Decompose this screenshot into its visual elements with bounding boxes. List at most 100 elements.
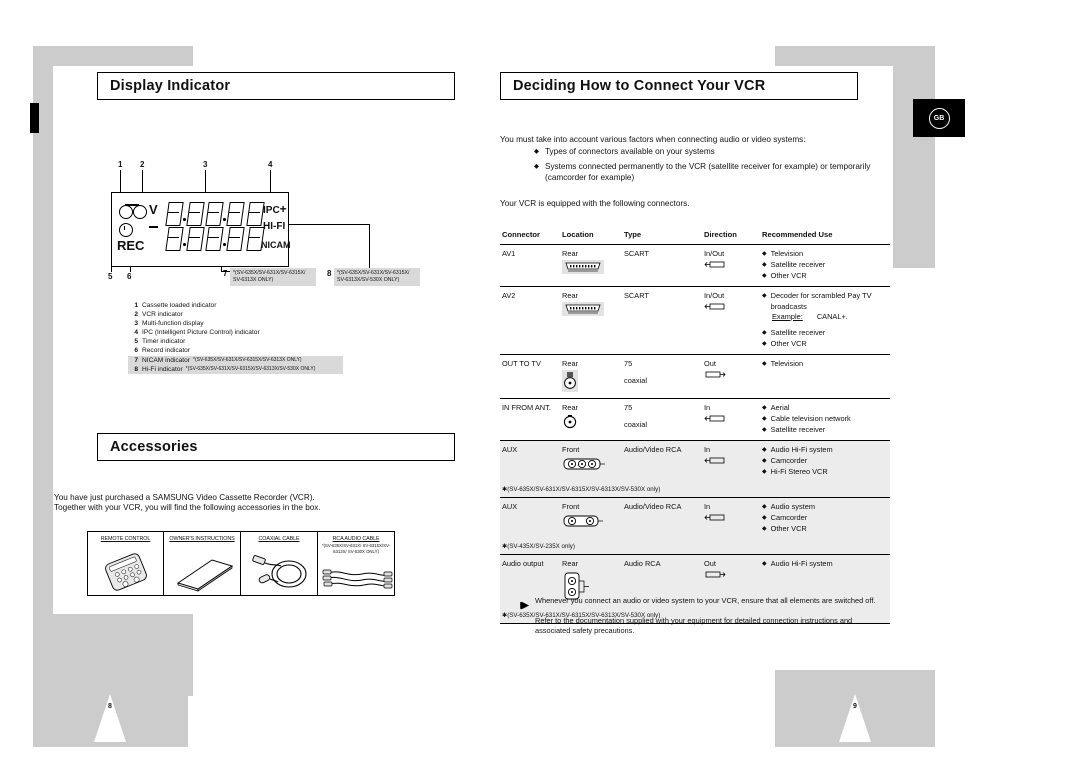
cassette-loaded-indicator-icon <box>119 205 133 219</box>
digit-5b-mid <box>249 237 260 239</box>
out-arrow-icon <box>704 370 726 381</box>
type-label: 75 <box>624 358 633 368</box>
accessory-item-owners-instructions: OWNER'S INSTRUCTIONS <box>164 531 241 596</box>
digit-5a <box>246 202 265 226</box>
cassette-loaded-indicator-icon-2 <box>133 205 147 219</box>
digit-dot-4 <box>223 243 226 246</box>
legend-item: 3 Multi-function display <box>128 319 343 328</box>
use-text: Satellite receiver <box>770 327 826 337</box>
use-text: Camcorder <box>770 512 808 522</box>
use-text: Aerial <box>770 402 790 412</box>
digit-2a-mid <box>189 212 200 214</box>
model-note-box-7: *(SV-635X/SV-631X/SV-6315X/ SV-6313X ONL… <box>230 268 316 286</box>
digit-3b <box>205 227 224 251</box>
vfd-display-panel: REC V IPC+ HI-FI NICAM <box>111 192 291 267</box>
column-header-location: Location <box>560 227 622 245</box>
type-sublabel: coaxial <box>624 419 648 429</box>
timer-indicator-icon <box>119 223 133 237</box>
direction-label: In <box>704 444 711 454</box>
legend-number: 7 <box>134 356 138 364</box>
type-sublabel: coaxial <box>624 375 648 385</box>
cell-type: Audio/Video RCA <box>622 439 702 482</box>
legend-item: 4 IPC (Intelligent Picture Control) indic… <box>128 328 343 337</box>
location-label: Rear <box>562 358 579 368</box>
model-note-box-8: *(SV-635X/SV-631X/SV-6315X/ SV-6313X/SV-… <box>334 268 420 286</box>
cell-connector: AV2 <box>500 286 560 354</box>
digit-1b-mid <box>168 237 179 239</box>
column-header-type: Type <box>622 227 702 245</box>
accessories-intro-line-2: Together with your VCR, you will find th… <box>54 503 321 512</box>
model-note-cell: ✱(SV-435X/SV-235X only) <box>500 538 890 554</box>
use-list: ◆ Audio Hi-Fi system ◆ Camcorder ◆ Hi-Fi St… <box>762 445 888 478</box>
diamond-bullet-icon: ◆ <box>762 560 767 567</box>
legend-number: 1 <box>134 302 138 309</box>
in-out-arrow-icon <box>704 302 726 313</box>
use-text: Decoder for scrambled Pay TV broadcasts <box>770 291 872 311</box>
footer-note-line-1: Whenever you connect an audio or video s… <box>535 596 876 605</box>
legend-number: 5 <box>134 338 138 346</box>
use-text: Cable television network <box>770 413 851 423</box>
legend-item: 2 VCR indicator <box>128 310 343 319</box>
use-item: ◆ Audio Hi-Fi system <box>762 559 888 570</box>
section-header-display-indicator: Display Indicator <box>97 72 455 100</box>
legend-label: NICAM indicator <box>142 356 191 364</box>
location-label: Front <box>562 501 580 511</box>
coaxial-cable-icon <box>241 552 317 592</box>
diamond-bullet-icon: ◆ <box>762 329 767 336</box>
use-item: ◆ Satellite receiver <box>762 425 888 436</box>
diamond-bullet-icon: ◆ <box>762 525 767 532</box>
page-number-left: 8 <box>108 703 112 710</box>
diamond-bullet-icon: ◆ <box>762 273 767 279</box>
table-model-note-row: ✱(SV-635X/SV-631X/SV-6315X/SV-6313X/SV-5… <box>500 481 890 497</box>
cell-location: Rear <box>560 353 622 398</box>
diamond-bullet-icon: ◆ <box>762 293 767 299</box>
use-text: Audio system <box>770 501 815 511</box>
legend-number: 6 <box>134 347 138 355</box>
table-row: AUX Front Audio/Video RCA In <box>500 496 890 539</box>
cell-direction: In <box>702 397 760 440</box>
model-note-text: (SV-435X/SV-235X only) <box>507 542 575 550</box>
cell-direction: In/Out <box>702 245 760 287</box>
legend-number: 4 <box>134 329 138 337</box>
digit-2b-mid <box>189 237 200 239</box>
connect-bullet-item: ◆ Types of connectors available on your … <box>534 146 894 158</box>
coaxial-socket-icon <box>562 414 578 430</box>
location-label: Rear <box>562 249 579 258</box>
location-label: Rear <box>562 558 579 568</box>
equipped-connectors-line: Your VCR is equipped with the following … <box>500 199 690 208</box>
location-label: Rear <box>562 291 579 300</box>
diamond-bullet-icon: ◆ <box>762 251 767 257</box>
pointing-hand-icon <box>513 596 535 637</box>
legend-item: 1 Cassette loaded indicator <box>128 301 343 310</box>
location-label: Front <box>562 444 580 454</box>
cell-connector: AV1 <box>502 249 516 258</box>
cell-recommended-use: ◆ Aerial ◆ Cable television network ◆ Satel… <box>760 397 890 440</box>
cell-connector: OUT TO TV <box>500 353 560 398</box>
scart-socket-icon <box>562 302 604 316</box>
rca-dual-jack-icon <box>562 513 608 529</box>
leader-line-8-v <box>369 224 370 271</box>
accessory-caption: REMOTE CONTROL <box>100 536 151 542</box>
use-text: Camcorder <box>770 455 808 465</box>
accessory-item-coaxial-cable: COAXIAL CABLE <box>241 531 318 596</box>
digit-1b <box>165 227 184 251</box>
example-label: Example: <box>772 312 803 321</box>
record-indicator-label: REC <box>117 238 145 253</box>
use-item: ◆ Television <box>762 359 888 370</box>
digit-dot-1 <box>183 218 186 221</box>
accessories-list: REMOTE CONTROL OWNER'S INSTRUCTIONS COAX… <box>87 531 395 596</box>
diamond-bullet-icon: ◆ <box>762 415 767 422</box>
cell-connector: AUX <box>500 439 560 482</box>
use-list: ◆ Audio Hi-Fi system <box>762 559 888 570</box>
leader-line-1 <box>120 170 121 193</box>
direction-label: In <box>704 402 711 412</box>
cell-direction: In/Out <box>702 286 760 354</box>
digit-1a <box>165 202 184 226</box>
left-edge-black-tab <box>30 103 39 133</box>
use-list: ◆ Audio system ◆ Camcorder ◆ Other VCR <box>762 502 888 535</box>
rca-triple-jack-icon <box>562 456 608 472</box>
nicam-indicator-label: NICAM <box>261 240 291 250</box>
section-title-accessories: Accessories <box>110 439 198 455</box>
model-note-text: (SV-635X/SV-631X/SV-6315X/SV-6313X/SV-53… <box>507 485 661 493</box>
digit-4a <box>226 202 245 226</box>
